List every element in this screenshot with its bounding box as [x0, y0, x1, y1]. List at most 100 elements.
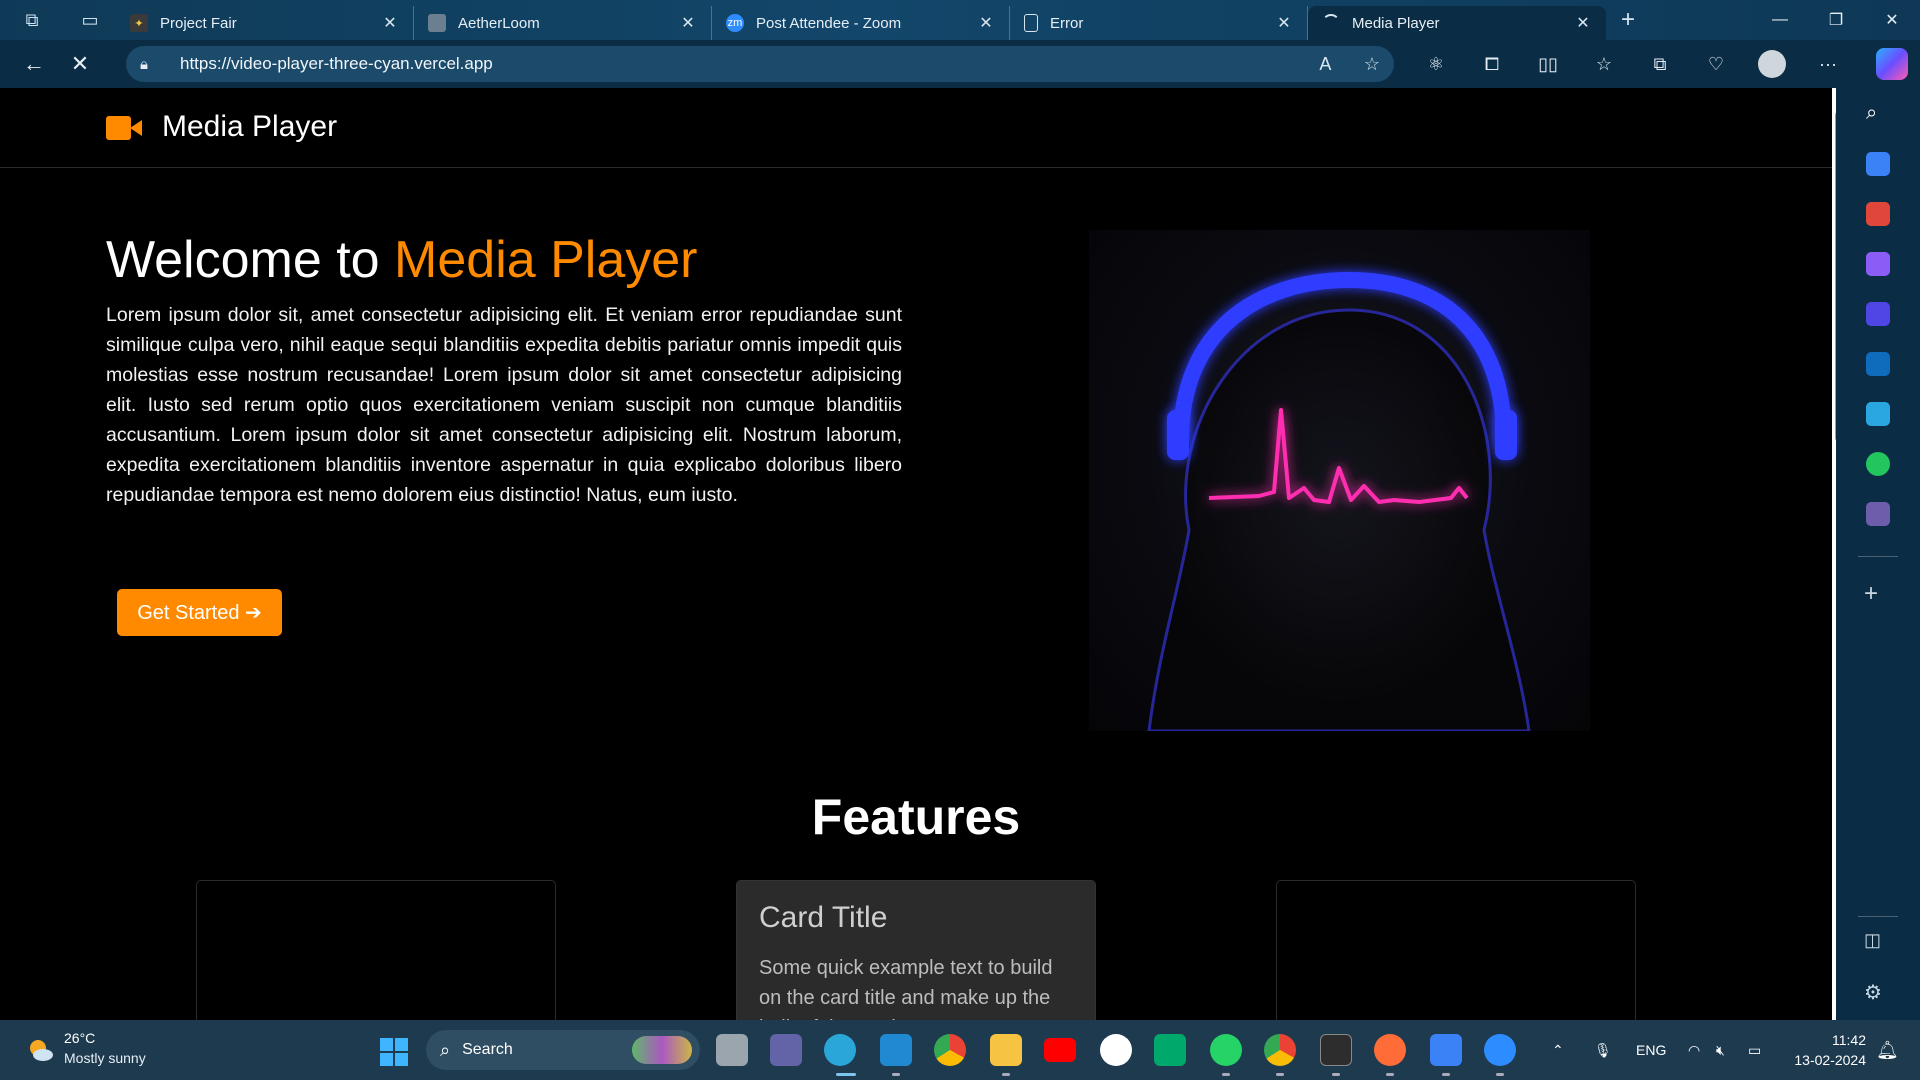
windows-start-icon[interactable] — [380, 1038, 408, 1066]
sidebar-settings-gear-icon[interactable]: ⚙ — [1864, 980, 1882, 1005]
system-clock[interactable]: 11:42 13-02-2024 — [1786, 1030, 1866, 1070]
feature-card-3[interactable] — [1276, 880, 1636, 1020]
running-app-indicator — [1002, 1073, 1010, 1076]
lock-icon[interactable]: 🔒︎ — [140, 56, 170, 73]
restore-icon[interactable]: ❐ — [1808, 0, 1864, 40]
speaker-muted-icon[interactable]: 🔇︎ — [1716, 1020, 1725, 1080]
get-started-button[interactable]: Get Started ➔ — [117, 589, 282, 636]
chrome-profile-icon[interactable] — [1264, 1034, 1296, 1066]
weather-description[interactable]: Mostly sunny — [64, 1050, 146, 1066]
taskbar-search-box[interactable]: ⌕ Search — [426, 1030, 700, 1070]
games-icon[interactable] — [1866, 252, 1890, 276]
workspaces-icon[interactable]: ⧉ — [0, 0, 64, 40]
page-viewport: Media Player Welcome to Media Player Lor… — [0, 88, 1832, 1020]
hero-title: Welcome to Media Player — [106, 230, 698, 290]
add-sidebar-app-icon[interactable]: + — [1864, 580, 1878, 608]
brand-name[interactable]: Media Player — [162, 110, 337, 144]
show-hidden-icons-chevron-icon[interactable]: ⌃ — [1552, 1020, 1564, 1080]
features-heading: Features — [811, 789, 1021, 845]
extensions-puzzle-icon[interactable]: ⧠ — [1464, 54, 1520, 75]
weather-sun-cloud-icon[interactable] — [26, 1037, 54, 1063]
tab-post-attendee-zoom[interactable]: zm Post Attendee - Zoom ✕ — [712, 6, 1010, 40]
minimize-icon[interactable]: — — [1752, 0, 1808, 40]
weather-temperature[interactable]: 26°C — [64, 1030, 95, 1046]
running-app-indicator — [1442, 1073, 1450, 1076]
back-arrow-icon[interactable]: ← — [12, 44, 56, 84]
close-tab-icon[interactable]: ✕ — [379, 13, 401, 33]
running-app-indicator — [892, 1073, 900, 1076]
youtube-icon[interactable] — [1044, 1038, 1076, 1062]
tools-briefcase-icon[interactable] — [1866, 202, 1890, 226]
language-indicator[interactable]: ENG — [1636, 1020, 1666, 1080]
feature-card-2[interactable]: Card Title Some quick example text to bu… — [736, 880, 1096, 1020]
aetherloom-favicon — [428, 14, 446, 32]
whatsapp-icon[interactable] — [1210, 1034, 1242, 1066]
zoom-icon[interactable] — [1484, 1034, 1516, 1066]
notepad-icon[interactable] — [1430, 1034, 1462, 1066]
tab-actions-icon[interactable]: ▭ — [64, 0, 116, 40]
favorites-icon[interactable]: ☆ — [1576, 54, 1632, 75]
favorite-star-icon[interactable]: ☆ — [1364, 54, 1380, 74]
tab-media-player[interactable]: Media Player ✕ — [1308, 6, 1606, 40]
tab-error[interactable]: Error ✕ — [1010, 6, 1308, 40]
clock-time: 11:42 — [1832, 1032, 1866, 1048]
close-tab-icon[interactable]: ✕ — [1572, 13, 1594, 33]
search-highlight-image — [632, 1036, 692, 1064]
tree-icon[interactable] — [1866, 452, 1890, 476]
telegram-icon[interactable] — [1866, 402, 1890, 426]
running-app-indicator — [1386, 1073, 1394, 1076]
postman-icon[interactable] — [1374, 1034, 1406, 1066]
clock-date: 13-02-2024 — [1794, 1052, 1866, 1068]
file-explorer-icon[interactable] — [990, 1034, 1022, 1066]
battery-icon[interactable]: ▭ — [1748, 1020, 1761, 1080]
search-label: Search — [462, 1041, 513, 1058]
colorlib-icon[interactable] — [1866, 502, 1890, 526]
close-tab-icon[interactable]: ✕ — [677, 13, 699, 33]
card-text: Some quick example text to build on the … — [759, 957, 1053, 1020]
hide-sidebar-icon[interactable]: ◫ — [1864, 930, 1881, 951]
close-tab-icon[interactable]: ✕ — [975, 13, 997, 33]
collections-icon[interactable]: ⧉ — [1632, 54, 1688, 75]
chrome-icon[interactable] — [934, 1034, 966, 1066]
profile-avatar[interactable] — [1758, 50, 1786, 78]
address-bar[interactable]: 🔒︎ https://video-player-three-cyan.verce… — [126, 46, 1394, 82]
search-icon[interactable]: ⌕ — [1866, 102, 1890, 126]
stop-loading-icon[interactable]: ✕ — [58, 44, 102, 84]
running-app-indicator — [1222, 1073, 1230, 1076]
vscode-icon[interactable] — [880, 1034, 912, 1066]
feature-card-1[interactable] — [196, 880, 556, 1020]
outlook-icon[interactable] — [1866, 352, 1890, 376]
tab-project-fair[interactable]: ✦ Project Fair ✕ — [116, 6, 414, 40]
app-circle-icon[interactable] — [1100, 1034, 1132, 1066]
running-app-indicator — [1332, 1073, 1340, 1076]
loading-spinner-icon — [1322, 14, 1340, 32]
microphone-icon[interactable]: 🎙︎ — [1594, 1020, 1612, 1080]
url-text[interactable]: https://video-player-three-cyan.vercel.a… — [170, 54, 1291, 74]
close-tab-icon[interactable]: ✕ — [1273, 13, 1295, 33]
close-window-icon[interactable]: ✕ — [1864, 0, 1920, 40]
hero-title-prefix: Welcome to — [106, 231, 395, 289]
notification-bell-icon[interactable]: 🔔︎ — [1876, 1040, 1899, 1061]
terminal-icon[interactable] — [1320, 1034, 1352, 1066]
edge-browser-icon[interactable] — [824, 1034, 856, 1066]
sidebar-divider — [1858, 556, 1898, 557]
react-devtools-icon[interactable]: ⚛ — [1408, 54, 1464, 75]
new-tab-button[interactable]: + — [1606, 6, 1650, 34]
tab-aetherloom[interactable]: AetherLoom ✕ — [414, 6, 712, 40]
hero-title-accent: Media Player — [394, 231, 698, 289]
split-screen-icon[interactable]: ▯▯ — [1520, 54, 1576, 75]
edge-sidebar: ⌕ + ◫ ⚙ — [1836, 88, 1920, 1020]
task-view-icon[interactable] — [716, 1034, 748, 1066]
meet-icon[interactable] — [1154, 1034, 1186, 1066]
running-app-indicator — [1496, 1073, 1504, 1076]
copilot-app-icon[interactable] — [1866, 302, 1890, 326]
copilot-icon[interactable] — [1876, 48, 1908, 80]
shopping-tag-icon[interactable] — [1866, 152, 1890, 176]
browser-essentials-icon[interactable]: ♡ — [1688, 54, 1744, 75]
teams-icon[interactable] — [770, 1034, 802, 1066]
window-controls: — ❐ ✕ — [1752, 0, 1920, 40]
zoom-favicon: zm — [726, 14, 744, 32]
wifi-icon[interactable]: ◠ — [1688, 1020, 1700, 1080]
more-menu-icon[interactable]: ··· — [1800, 54, 1856, 75]
read-aloud-icon[interactable]: A — [1319, 54, 1331, 74]
